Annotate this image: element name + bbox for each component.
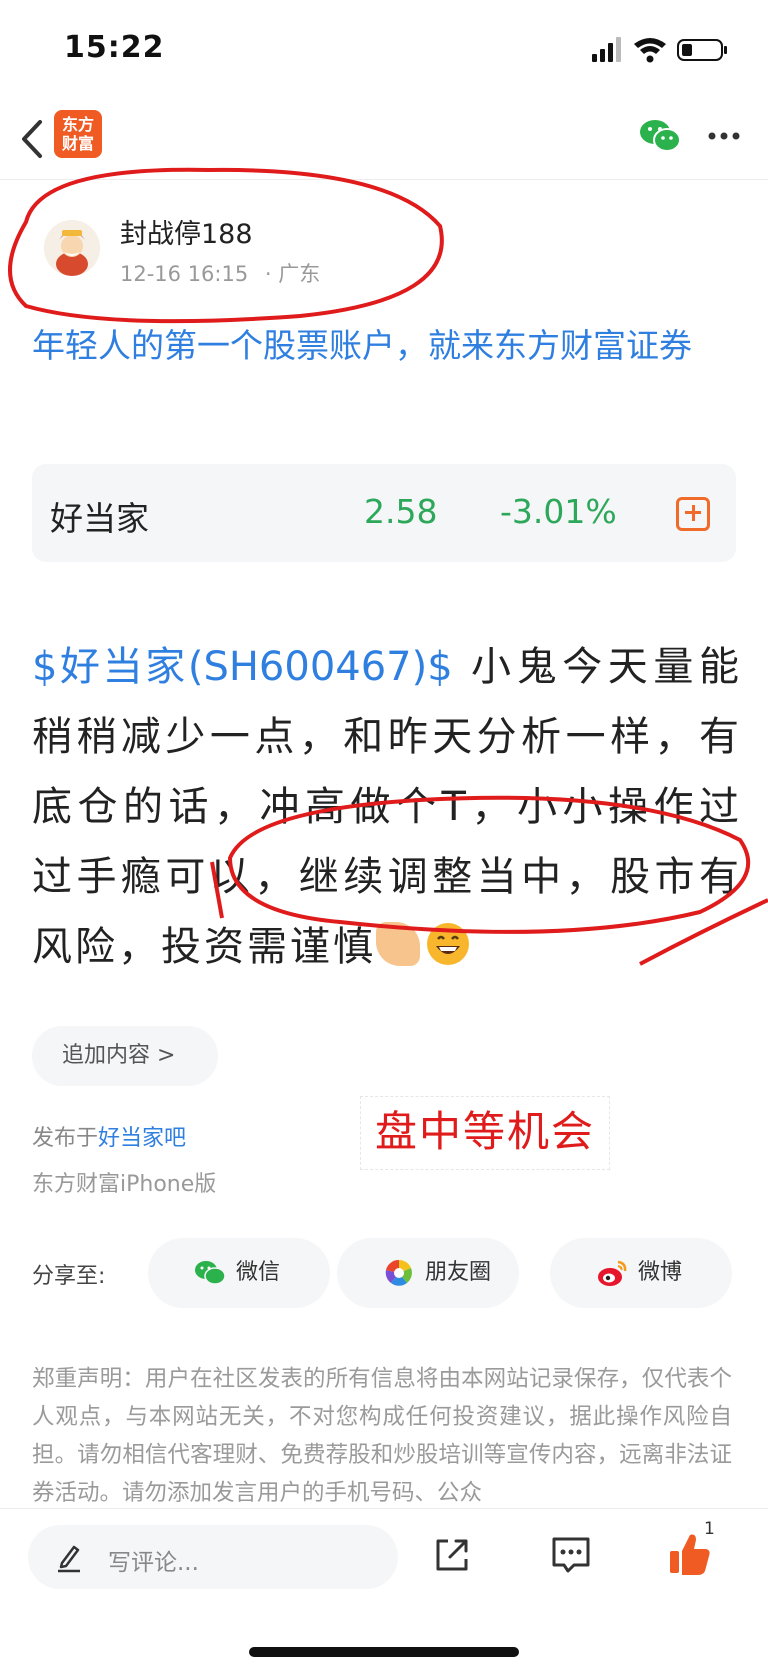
logo-text-top: 东方	[61, 115, 94, 134]
grinning-face-emoji-icon	[427, 923, 469, 965]
more-icon[interactable]	[704, 124, 744, 148]
share-icon[interactable]	[432, 1535, 472, 1575]
status-bar: 15:22	[0, 0, 768, 100]
handwritten-annotation: 盘中等机会	[360, 1096, 610, 1170]
stock-change: -3.01%	[500, 492, 617, 531]
status-icons	[592, 37, 727, 63]
wechat-icon[interactable]	[638, 116, 682, 156]
promo-link[interactable]: 年轻人的第一个股票账户，就来东方财富证券	[32, 320, 738, 372]
add-content-button[interactable]: 追加内容 >	[32, 1026, 218, 1086]
comment-input[interactable]: 写评论...	[28, 1525, 398, 1589]
logo-text-bottom: 财富	[61, 134, 94, 153]
back-chevron-icon[interactable]	[14, 114, 54, 164]
share-wechat-label: 微信	[236, 1260, 281, 1285]
comment-icon[interactable]	[550, 1535, 592, 1575]
forum-link[interactable]: 好当家吧	[98, 1126, 186, 1151]
stock-name: 好当家	[50, 499, 149, 538]
share-wechat-button[interactable]: 微信	[148, 1238, 330, 1308]
platform-label: 东方财富iPhone版	[32, 1172, 217, 1197]
wechat-icon	[195, 1261, 226, 1285]
post-location: · 广东	[264, 262, 321, 286]
stock-price: 2.58	[364, 492, 438, 531]
app-logo: 东方 财富	[54, 110, 102, 158]
nav-bar: 东方 财富	[0, 100, 768, 180]
disclaimer-text: 郑重声明：用户在社区发表的所有信息将由本网站记录保存，仅代表个人观点，与本网站无…	[32, 1366, 732, 1506]
status-time: 15:22	[64, 30, 165, 65]
posted-in: 发布于好当家吧	[32, 1120, 186, 1152]
comment-placeholder: 写评论...	[108, 1550, 199, 1576]
share-row: 分享至: 微信 朋友圈 微博	[32, 1238, 742, 1308]
bottom-action-bar: 写评论... 1	[0, 1508, 768, 1665]
cellular-signal-icon	[592, 37, 621, 62]
stock-quote-card[interactable]: 好当家 2.58 -3.01%	[32, 464, 736, 562]
avatar[interactable]	[44, 220, 100, 276]
like-count: 1	[704, 1519, 715, 1539]
home-indicator	[249, 1647, 519, 1657]
post-content: $好当家(SH600467)$ 小鬼今天量能稍稍减少一点，和昨天分析一样，有底仓…	[32, 632, 742, 982]
author-name[interactable]: 封战停188	[120, 212, 253, 251]
posted-in-prefix: 发布于	[32, 1126, 99, 1151]
stock-tag-link[interactable]: $好当家(SH600467)$	[32, 644, 453, 690]
share-moments-button[interactable]: 朋友圈	[337, 1238, 519, 1308]
author-meta: 12-16 16:15 · 广东	[120, 258, 330, 288]
author-header[interactable]: 封战停188 12-16 16:15 · 广东	[44, 200, 444, 300]
battery-icon	[677, 39, 727, 61]
weibo-icon	[598, 1260, 627, 1286]
pray-hands-emoji-icon	[376, 922, 420, 966]
share-weibo-button[interactable]: 微博	[550, 1238, 732, 1308]
wifi-icon	[634, 38, 666, 63]
post-datetime: 12-16 16:15	[120, 262, 249, 286]
share-moments-label: 朋友圈	[425, 1260, 492, 1285]
share-weibo-label: 微博	[638, 1260, 683, 1285]
share-label: 分享至:	[32, 1264, 106, 1289]
moments-icon	[385, 1259, 412, 1286]
pencil-icon	[58, 1545, 80, 1573]
add-watchlist-button[interactable]	[676, 497, 710, 531]
